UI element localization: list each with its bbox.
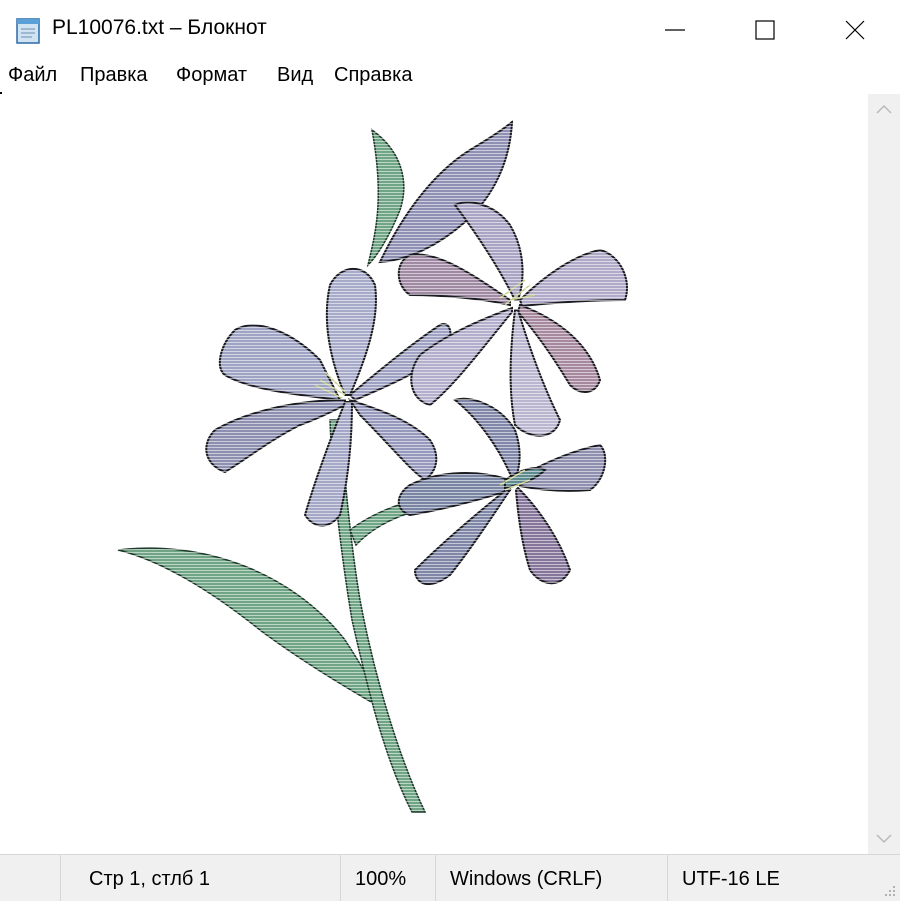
status-zoom: 100% (355, 868, 407, 890)
status-position: Стр 1, стлб 1 (89, 868, 211, 890)
menu-file[interactable]: Файл (8, 64, 57, 87)
status-line-endings: Windows (CRLF) (450, 868, 603, 890)
text-editor[interactable] (0, 94, 868, 854)
maximize-icon (755, 20, 775, 40)
vertical-scrollbar[interactable] (868, 94, 900, 854)
scroll-down-arrow-icon[interactable] (876, 834, 892, 844)
status-zoom-cell: 100% (340, 855, 436, 901)
title-bar[interactable]: PL10076.txt – Блокнот (0, 0, 900, 60)
menu-help[interactable]: Справка (334, 64, 412, 87)
window-title: PL10076.txt – Блокнот (52, 16, 267, 39)
close-button[interactable] (810, 0, 900, 60)
status-line-endings-cell: Windows (CRLF) (435, 855, 668, 901)
menu-edit[interactable]: Правка (80, 64, 148, 87)
minimize-button[interactable] (630, 0, 720, 60)
notepad-icon (14, 15, 44, 45)
menu-view[interactable]: Вид (277, 64, 313, 87)
ascii-art-lily-flowers (100, 110, 660, 830)
status-encoding-cell: UTF-16 LE (667, 855, 900, 901)
status-bar: Стр 1, стлб 1 100% Windows (CRLF) UTF-16… (0, 854, 900, 901)
resize-grip-icon[interactable] (884, 885, 896, 897)
status-encoding: UTF-16 LE (682, 868, 780, 890)
status-position-cell: Стр 1, стлб 1 (60, 855, 341, 901)
minimize-icon (665, 29, 685, 31)
menu-bar: Файл Правка Формат Вид Справка (0, 60, 900, 94)
menu-format[interactable]: Формат (176, 64, 247, 87)
scroll-up-arrow-icon[interactable] (876, 104, 892, 114)
close-icon (845, 20, 865, 40)
maximize-button[interactable] (720, 0, 810, 60)
